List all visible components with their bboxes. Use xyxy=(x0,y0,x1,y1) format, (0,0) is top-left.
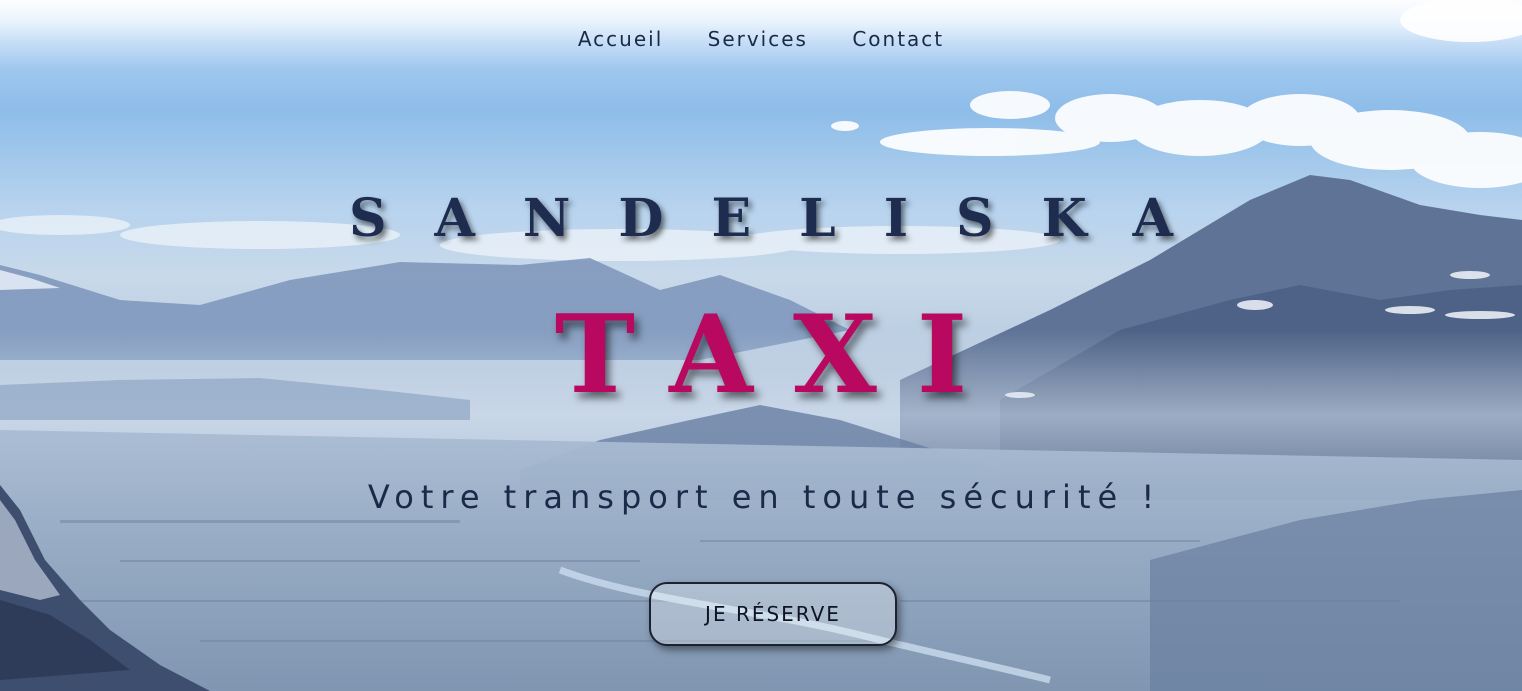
nav-link-accueil[interactable]: Accueil xyxy=(578,27,663,51)
hero-section: Accueil Services Contact SANDELISKA TAXI… xyxy=(0,0,1522,691)
nav-link-services[interactable]: Services xyxy=(708,27,808,51)
reserve-button[interactable]: JE RÉSERVE xyxy=(649,582,897,646)
brand-name: SANDELISKA xyxy=(348,188,1222,249)
main-nav: Accueil Services Contact xyxy=(0,27,1522,51)
nav-link-contact[interactable]: Contact xyxy=(852,27,944,51)
brand-subtitle-taxi: TAXI xyxy=(554,292,1008,418)
hero-tagline: Votre transport en toute sécurité ! xyxy=(367,478,1162,516)
